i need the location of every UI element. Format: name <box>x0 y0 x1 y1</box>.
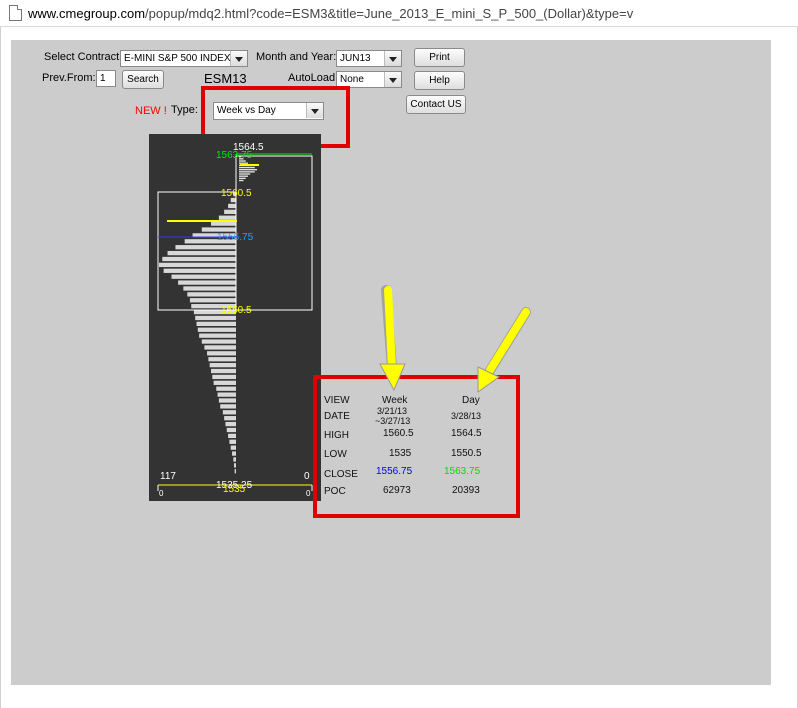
type-label: Type: <box>171 104 198 116</box>
price-label-day-low: 1550.5 <box>221 305 252 316</box>
price-label-week-low: 1535 <box>223 484 246 495</box>
chevron-down-icon <box>230 51 247 66</box>
month-label: Month and Year: <box>256 51 337 63</box>
main-panel <box>11 40 771 685</box>
week-profile-bar <box>195 315 236 321</box>
week-profile-bar <box>159 262 236 268</box>
page-icon <box>9 5 22 21</box>
contract-select-value: E-MINI S&P 500 INDEX <box>124 53 231 64</box>
price-label-week-high: 1560.5 <box>221 188 252 199</box>
day-profile-bar <box>239 171 255 173</box>
axis-label-right: 0 <box>306 489 311 498</box>
week-profile-bar <box>224 209 236 214</box>
contact-us-button[interactable]: Contact US <box>406 95 466 114</box>
day-profile-bar <box>239 177 246 180</box>
week-profile-bar <box>229 439 236 444</box>
week-profile-bar <box>234 463 236 468</box>
week-profile-bar <box>207 351 236 356</box>
week-profile-bar <box>204 345 236 350</box>
week-profile-bar <box>178 280 236 285</box>
week-profile-bar <box>218 398 236 403</box>
day-profile-bar <box>239 175 248 177</box>
week-profile-bar <box>208 357 236 362</box>
week-profile-bar <box>220 404 236 409</box>
new-badge: NEW ! <box>135 105 167 117</box>
week-profile-bar <box>199 333 236 338</box>
axis-label-left: 0 <box>159 489 164 498</box>
month-select[interactable]: JUN13 <box>336 50 402 67</box>
month-select-value: JUN13 <box>340 53 371 64</box>
week-profile-bar <box>183 286 236 291</box>
week-profile-bar <box>234 469 236 474</box>
contract-select[interactable]: E-MINI S&P 500 INDEX <box>120 50 248 67</box>
print-button[interactable]: Print <box>414 48 465 67</box>
week-profile-bar <box>226 427 236 433</box>
week-profile-bar <box>230 445 236 450</box>
week-profile-bar <box>201 339 236 344</box>
day-profile-bar <box>239 173 251 175</box>
day-profile-bar <box>239 179 244 182</box>
search-button[interactable]: Search <box>122 70 164 89</box>
week-profile-bar <box>197 327 236 332</box>
day-profile-bar <box>239 166 255 169</box>
week-profile-bar <box>228 433 236 439</box>
url-text[interactable]: www.cmegroup.com/popup/mdq2.html?code=ES… <box>28 6 633 21</box>
week-profile-bar <box>167 250 236 256</box>
week-profile-bar <box>224 416 236 421</box>
week-profile-bar <box>216 386 236 391</box>
contract-symbol: ESM13 <box>204 71 247 86</box>
week-profile-bar <box>175 245 236 250</box>
week-profile-bar <box>171 274 236 279</box>
price-label-week-close: 1556.75 <box>217 232 254 243</box>
highlight-table-box <box>313 375 520 518</box>
address-bar[interactable]: www.cmegroup.com/popup/mdq2.html?code=ES… <box>0 0 798 27</box>
week-profile-bar <box>210 368 236 374</box>
week-profile-bar <box>232 451 236 456</box>
day-profile-bar <box>239 162 248 164</box>
week-profile-bar <box>163 268 236 273</box>
price-label-day-close: 1563.75 <box>216 150 253 161</box>
chevron-down-icon <box>384 72 401 87</box>
prev-from-input[interactable]: 1 <box>96 70 116 87</box>
day-profile-bar <box>239 169 257 171</box>
week-profile-bar <box>218 215 236 220</box>
week-profile-bar <box>212 374 236 380</box>
week-profile-bar <box>213 380 236 385</box>
week-profile-bar <box>187 292 236 297</box>
zero-volume-label: 0 <box>304 471 310 482</box>
week-profile-bar <box>222 410 236 415</box>
week-profile-bar <box>228 203 236 209</box>
week-profile-bar <box>209 362 236 368</box>
week-profile-bar <box>189 298 236 303</box>
week-profile-bar <box>196 321 236 327</box>
week-profile-bar <box>225 421 236 427</box>
max-volume-label: 117 <box>160 471 176 482</box>
chevron-down-icon <box>384 51 401 66</box>
prev-from-label: Prev.From: <box>42 72 96 84</box>
volume-profile-chart: 1564.5 1563.75 1560.5 1556.75 1550.5 153… <box>149 134 321 501</box>
week-profile-bar <box>162 256 236 262</box>
week-profile-bar <box>217 392 236 397</box>
autoload-select-value: None <box>340 74 364 85</box>
autoload-label: AutoLoad: <box>288 72 339 84</box>
contract-label: Select Contract: <box>44 51 123 63</box>
help-button[interactable]: Help <box>414 71 465 90</box>
week-profile-bar <box>233 457 236 462</box>
week-profile-bar <box>210 221 236 226</box>
